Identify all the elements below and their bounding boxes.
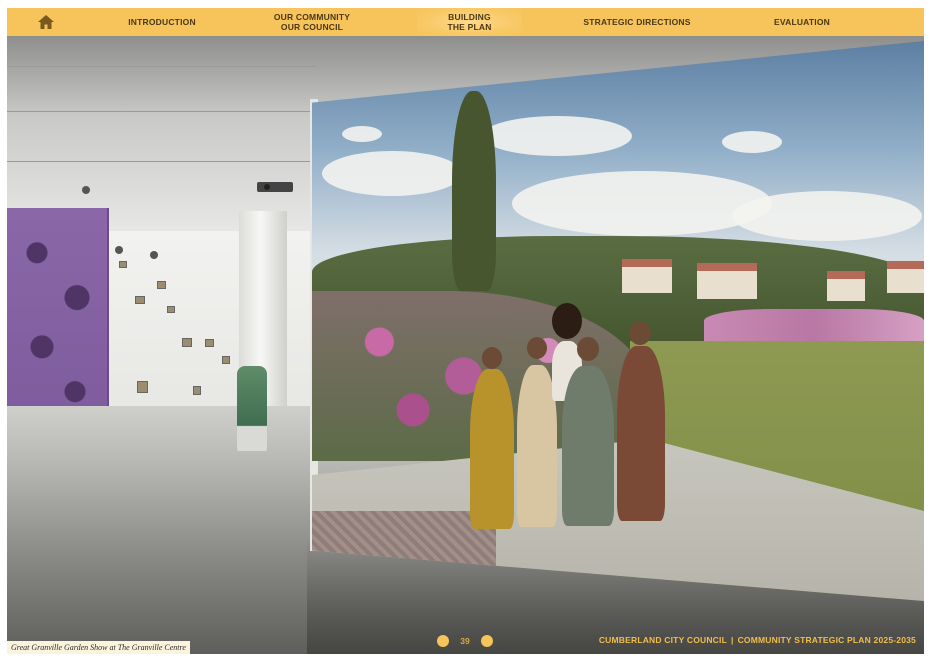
footer-title: CUMBERLAND CITY COUNCIL | COMMUNITY STRATE… — [599, 635, 916, 645]
circle-prev-icon[interactable] — [437, 635, 449, 647]
circle-next-icon[interactable] — [481, 635, 493, 647]
page-frame: INTRODUCTION OUR COMMUNITY OUR COUNCIL B… — [7, 8, 924, 654]
page-navigation: 39 — [437, 634, 493, 648]
nav-item-building-the-plan[interactable]: BUILDING THE PLAN — [417, 8, 522, 36]
purple-tapestry — [7, 208, 109, 432]
nav-item-strategic-directions[interactable]: STRATEGIC DIRECTIONS — [572, 8, 702, 36]
garden-photo-mural — [312, 41, 924, 601]
nav-item-our-community[interactable]: OUR COMMUNITY OUR COUNCIL — [257, 8, 367, 36]
footer-org: CUMBERLAND CITY COUNCIL — [598, 635, 727, 645]
nav-item-introduction[interactable]: INTRODUCTION — [112, 8, 212, 36]
nav-item-evaluation[interactable]: EVALUATION — [757, 8, 847, 36]
footer-doc-title: COMMUNITY STRATEGIC PLAN 2025-2035 — [737, 635, 916, 645]
photo-caption: Great Granville Garden Show at The Granv… — [7, 641, 190, 654]
plant-sculpture — [237, 366, 267, 451]
footer-separator: | — [730, 635, 734, 645]
home-icon[interactable] — [37, 14, 55, 30]
page-number: 39 — [460, 636, 470, 646]
top-navigation: INTRODUCTION OUR COMMUNITY OUR COUNCIL B… — [7, 8, 924, 36]
gallery-photo — [7, 36, 924, 654]
